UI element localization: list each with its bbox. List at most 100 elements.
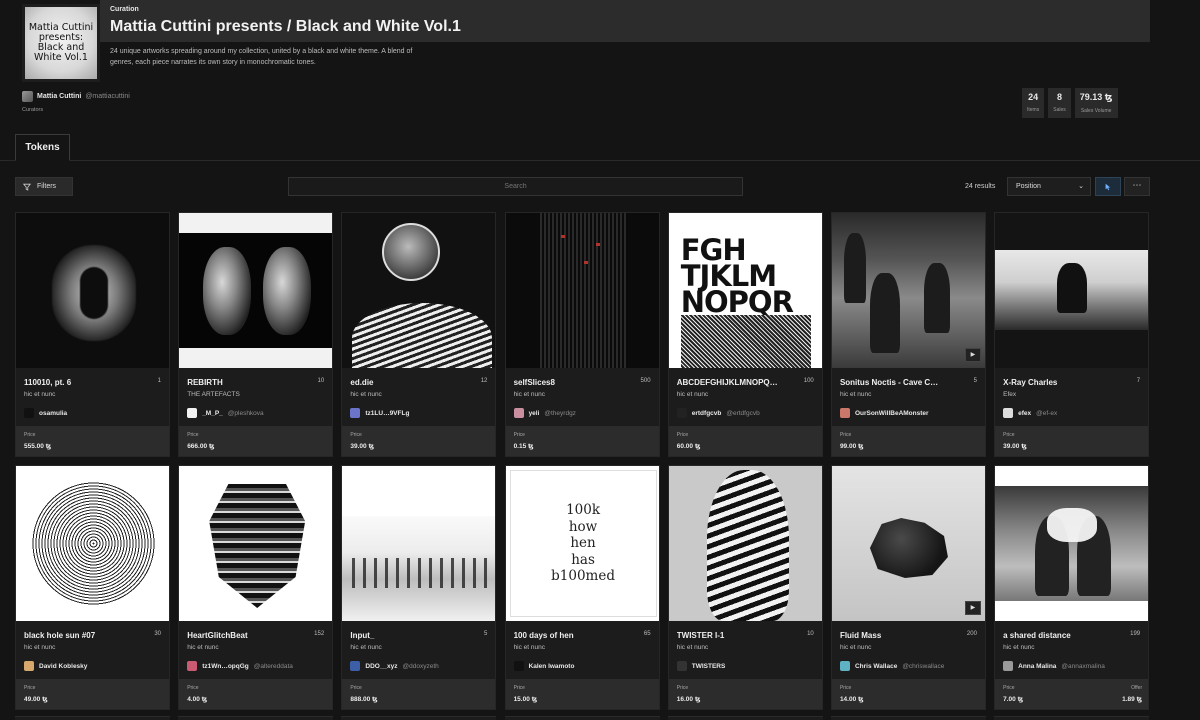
token-title[interactable]: HeartGlitchBeat bbox=[187, 631, 299, 640]
token-card[interactable]: HeartGlitchBeat 152 hic et nunc tz1Wn…op… bbox=[178, 465, 334, 710]
curator[interactable]: Mattia Cuttini @mattiacuttini bbox=[22, 91, 130, 102]
token-card[interactable]: Input_ 5 hic et nunc DDO__xyz @ddoxyzeth… bbox=[341, 465, 497, 710]
token-platform: hic et nunc bbox=[24, 391, 56, 398]
token-card[interactable]: X-Ray Charles 7 Efex efex @ef-ex Price 3… bbox=[994, 212, 1150, 457]
token-title[interactable]: Sonitus Noctis - Cave C… bbox=[840, 378, 952, 387]
price-bar[interactable]: Price 39.00 ꜩ bbox=[342, 426, 496, 456]
token-artist[interactable]: Chris Wallace @chriswallace bbox=[839, 661, 980, 671]
token-platform: hic et nunc bbox=[676, 644, 709, 651]
curator-name[interactable]: Mattia Cuttini bbox=[37, 93, 81, 100]
token-title[interactable]: TWISTER I-1 bbox=[677, 631, 789, 640]
price-bar[interactable]: Price 14.00 ꜩ bbox=[831, 679, 985, 709]
search-input[interactable] bbox=[288, 177, 743, 196]
token-artist[interactable]: David Koblesky bbox=[24, 661, 164, 671]
token-card[interactable]: ▶ Sonitus Noctis - Cave C… 5 hic et nunc… bbox=[830, 212, 986, 457]
token-title[interactable]: black hole sun #07 bbox=[24, 631, 136, 640]
price-bar[interactable]: Price 555.00 ꜩ bbox=[16, 426, 169, 456]
price-label: Price bbox=[350, 432, 362, 438]
pointer-mode-button[interactable] bbox=[1095, 177, 1121, 196]
artist-handle: @annaxmalina bbox=[1061, 662, 1105, 670]
token-artist[interactable]: yeli @theyrdgz bbox=[513, 408, 654, 418]
play-button[interactable]: ▶ bbox=[964, 348, 981, 362]
token-card[interactable]: black hole sun #07 30 hic et nunc David … bbox=[15, 465, 170, 710]
price-value: 39.00 ꜩ bbox=[350, 443, 375, 450]
price-label: Price bbox=[24, 685, 36, 691]
avatar bbox=[839, 661, 850, 671]
token-card[interactable]: 100k how hen has b100med 100 days of hen… bbox=[504, 465, 660, 710]
token-title[interactable]: ed.die bbox=[350, 378, 462, 387]
token-artist[interactable]: _M_P_ @pleshkova bbox=[187, 408, 327, 418]
price-value: 39.00 ꜩ bbox=[1003, 443, 1027, 450]
collection-cover[interactable]: Mattia Cuttini presents: Black and White… bbox=[22, 4, 100, 82]
play-button[interactable]: ▶ bbox=[964, 601, 981, 615]
artist-handle: @theyrdgz bbox=[544, 409, 576, 417]
token-card[interactable]: a shared distance 199 hic et nunc Anna M… bbox=[994, 465, 1150, 710]
artist-name: yeli bbox=[528, 409, 540, 417]
price-bar[interactable]: Price 4.00 ꜩ bbox=[179, 679, 333, 709]
token-title[interactable]: Fluid Mass bbox=[840, 631, 952, 640]
token-card[interactable]: FGH TJKLM NOPQR ABCDEFGHIJKLMNOPQ… 100 h… bbox=[667, 212, 823, 457]
token-title[interactable]: 100 days of hen bbox=[514, 631, 626, 640]
artist-name: Chris Wallace bbox=[854, 662, 898, 670]
price-bar[interactable]: Price 49.00 ꜩ bbox=[16, 679, 169, 709]
token-card[interactable]: selfSlices8 500 hic et nunc yeli @theyrd… bbox=[504, 212, 660, 457]
token-platform: hic et nunc bbox=[350, 391, 382, 398]
token-card-peek bbox=[667, 716, 823, 720]
price-bar[interactable]: Price 15.00 ꜩ bbox=[505, 679, 659, 709]
token-card[interactable]: TWISTER I-1 10 hic et nunc TWISTERS Pric… bbox=[667, 465, 823, 710]
price-bar[interactable]: Price 99.00 ꜩ bbox=[831, 426, 985, 456]
token-artist[interactable]: efex @ef-ex bbox=[1003, 408, 1143, 418]
price-bar[interactable]: Price 16.00 ꜩ bbox=[668, 679, 822, 709]
token-artist[interactable]: osamulia bbox=[24, 408, 164, 418]
token-title[interactable]: REBIRTH bbox=[187, 378, 299, 387]
token-card[interactable]: ed.die 12 hic et nunc tz1LU…9VFLg Price … bbox=[341, 212, 497, 457]
token-artist[interactable]: tz1Wn…opqGg @altereddata bbox=[187, 661, 327, 671]
token-artist[interactable]: tz1LU…9VFLg bbox=[350, 408, 490, 418]
sort-select[interactable]: Position ⌄ bbox=[1007, 177, 1091, 196]
token-title[interactable]: a shared distance bbox=[1003, 631, 1115, 640]
price-value: 555.00 ꜩ bbox=[24, 443, 52, 450]
token-artwork bbox=[342, 213, 496, 368]
token-card[interactable]: REBIRTH 10 THE ARTEFACTS _M_P_ @pleshkov… bbox=[178, 212, 334, 457]
tab-tokens[interactable]: Tokens bbox=[15, 134, 70, 161]
token-editions: 5 bbox=[484, 631, 488, 637]
token-artist[interactable]: DDO__xyz @ddoxyzeth bbox=[350, 661, 490, 671]
price-bar[interactable]: Price 39.00 ꜩ bbox=[995, 426, 1149, 456]
price-bar[interactable]: Price 0.15 ꜩ bbox=[505, 426, 659, 456]
price-bar[interactable]: Price 7.00 ꜩ Offer 1.89 ꜩ bbox=[995, 679, 1149, 709]
price-bar[interactable]: Price 666.00 ꜩ bbox=[179, 426, 333, 456]
curator-handle: @mattiacuttini bbox=[85, 93, 130, 100]
artist-name: tz1LU…9VFLg bbox=[365, 409, 410, 417]
avatar bbox=[187, 408, 198, 418]
token-card-peek bbox=[15, 716, 170, 720]
token-title[interactable]: X-Ray Charles bbox=[1003, 378, 1115, 387]
cover-image: Mattia Cuttini presents: Black and White… bbox=[25, 7, 97, 79]
token-artwork: ▶ bbox=[831, 213, 985, 368]
token-artist[interactable]: TWISTERS bbox=[676, 661, 817, 671]
token-title[interactable]: Input_ bbox=[350, 631, 462, 640]
price-bar[interactable]: Price 60.00 ꜩ bbox=[668, 426, 822, 456]
stat-items: 24 Items bbox=[1022, 88, 1045, 118]
price-label: Price bbox=[513, 685, 525, 691]
token-card[interactable]: 110010, pt. 6 1 hic et nunc osamulia Pri… bbox=[15, 212, 170, 457]
stat-label: Sales Volume bbox=[1080, 108, 1112, 114]
artwork-text: 100k how hen has b100med bbox=[551, 502, 615, 584]
token-artist[interactable]: ertdfgcvb @ertdfgcvb bbox=[676, 408, 817, 418]
token-title[interactable]: 110010, pt. 6 bbox=[24, 378, 136, 387]
avatar bbox=[187, 661, 198, 671]
token-artwork bbox=[995, 213, 1149, 368]
filters-button[interactable]: Filters bbox=[15, 177, 73, 196]
token-title[interactable]: ABCDEFGHIJKLMNOPQ… bbox=[677, 378, 789, 387]
token-title[interactable]: selfSlices8 bbox=[514, 378, 626, 387]
artist-handle: @altereddata bbox=[253, 662, 293, 670]
token-editions: 152 bbox=[314, 631, 325, 637]
token-artist[interactable]: OurSonWillBeAMonster bbox=[839, 408, 980, 418]
stat-sales: 8 Sales bbox=[1048, 88, 1071, 118]
artwork-text: FGH TJKLM NOPQR bbox=[680, 233, 794, 319]
token-artist[interactable]: Anna Malina @annaxmalina bbox=[1003, 661, 1143, 671]
token-card[interactable]: ▶ Fluid Mass 200 hic et nunc Chris Walla… bbox=[830, 465, 986, 710]
price-bar[interactable]: Price 888.00 ꜩ bbox=[342, 679, 496, 709]
filters-label: Filters bbox=[37, 183, 57, 190]
more-options-button[interactable]: ⋯ bbox=[1124, 177, 1150, 196]
token-artist[interactable]: Kalen Iwamoto bbox=[513, 661, 654, 671]
